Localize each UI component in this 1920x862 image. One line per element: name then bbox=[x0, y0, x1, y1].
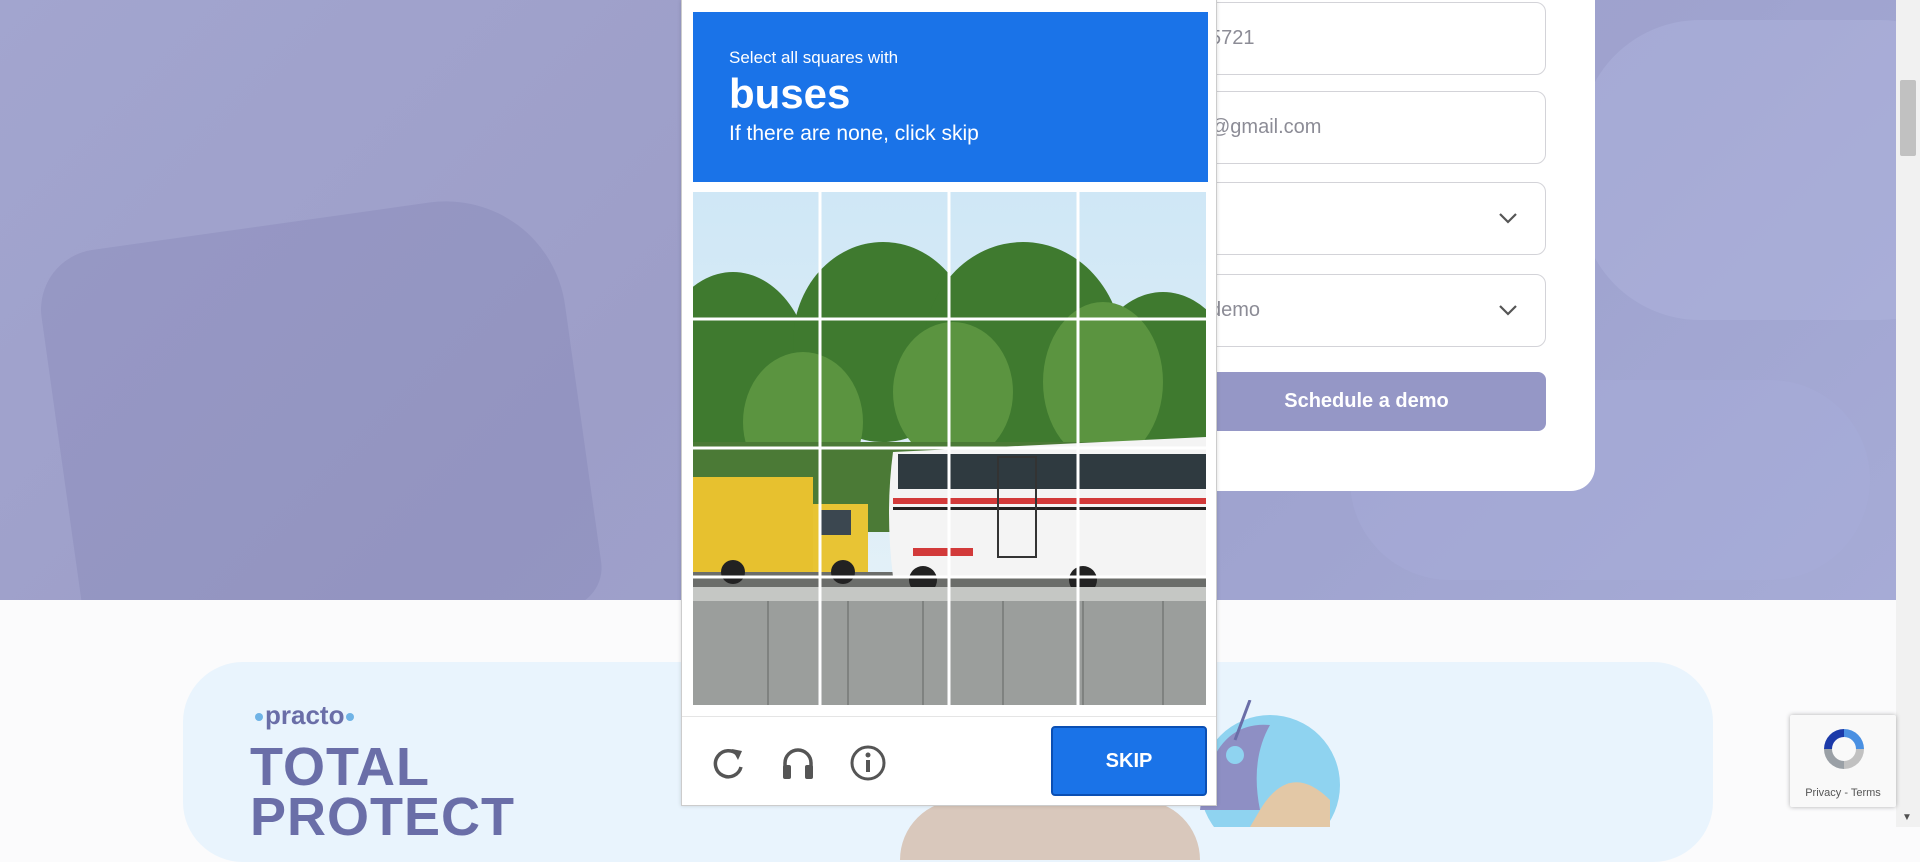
email-field-value: @gmail.com bbox=[1210, 116, 1322, 138]
scroll-down-arrow-icon[interactable]: ▼ bbox=[1902, 812, 1912, 823]
reload-icon[interactable] bbox=[708, 743, 748, 783]
select-field-2[interactable]: demo bbox=[1187, 274, 1546, 347]
captcha-tile[interactable] bbox=[821, 192, 949, 320]
page-scrollbar[interactable]: ▼ bbox=[1896, 0, 1920, 827]
captcha-tile[interactable] bbox=[693, 192, 821, 320]
captcha-tile[interactable] bbox=[693, 449, 821, 577]
captcha-tile[interactable] bbox=[693, 577, 821, 705]
chevron-down-icon bbox=[1499, 305, 1517, 316]
captcha-tile[interactable] bbox=[821, 449, 949, 577]
captcha-skip-hint: If there are none, click skip bbox=[729, 122, 979, 145]
hero-decoration bbox=[1580, 20, 1896, 320]
person-illustration bbox=[900, 800, 1200, 860]
captcha-instruction-line: Select all squares with bbox=[729, 48, 899, 67]
phone-field[interactable]: 5721 bbox=[1187, 2, 1546, 75]
hero-decoration bbox=[33, 185, 607, 600]
captcha-tile[interactable] bbox=[1078, 449, 1206, 577]
select-field-2-value: demo bbox=[1210, 299, 1261, 321]
email-field[interactable]: @gmail.com bbox=[1187, 91, 1546, 164]
recaptcha-badge[interactable]: Privacy - Terms bbox=[1790, 715, 1896, 807]
skip-button-label: SKIP bbox=[1105, 749, 1153, 772]
privacy-terms-links[interactable]: Privacy - Terms bbox=[1790, 787, 1896, 799]
audio-icon[interactable] bbox=[778, 743, 818, 783]
captcha-tile[interactable] bbox=[950, 192, 1078, 320]
recaptcha-logo-icon bbox=[1824, 729, 1864, 769]
captcha-tile[interactable] bbox=[693, 320, 821, 448]
logo-line-1: TOTAL bbox=[250, 737, 430, 797]
captcha-tile[interactable] bbox=[1078, 320, 1206, 448]
captcha-tile[interactable] bbox=[821, 577, 949, 705]
captcha-footer: SKIP bbox=[682, 716, 1216, 807]
captcha-tile[interactable] bbox=[1078, 577, 1206, 705]
captcha-instructions: Select all squares with buses If there a… bbox=[693, 12, 1208, 182]
captcha-tile[interactable] bbox=[950, 320, 1078, 448]
select-field-1[interactable] bbox=[1187, 182, 1546, 255]
captcha-tile[interactable] bbox=[1078, 192, 1206, 320]
practo-logo: practo bbox=[253, 700, 356, 731]
captcha-image-grid bbox=[693, 192, 1206, 705]
captcha-tile[interactable] bbox=[821, 320, 949, 448]
captcha-challenge-dialog: Select all squares with buses If there a… bbox=[681, 0, 1217, 806]
schedule-demo-label: Schedule a demo bbox=[1284, 390, 1449, 412]
chevron-down-icon bbox=[1499, 213, 1517, 224]
logo-line-2: PROTECT bbox=[250, 787, 516, 847]
schedule-demo-button[interactable]: Schedule a demo bbox=[1187, 372, 1546, 431]
skip-button[interactable]: SKIP bbox=[1051, 726, 1207, 796]
brand-name: practo bbox=[265, 700, 345, 730]
scrollbar-thumb[interactable] bbox=[1900, 80, 1916, 156]
info-icon[interactable] bbox=[848, 743, 888, 783]
captcha-tile[interactable] bbox=[950, 577, 1078, 705]
captcha-tile[interactable] bbox=[950, 449, 1078, 577]
captcha-target-label: buses bbox=[729, 70, 851, 117]
total-protect-logo: TOTAL PROTECT bbox=[250, 737, 516, 847]
